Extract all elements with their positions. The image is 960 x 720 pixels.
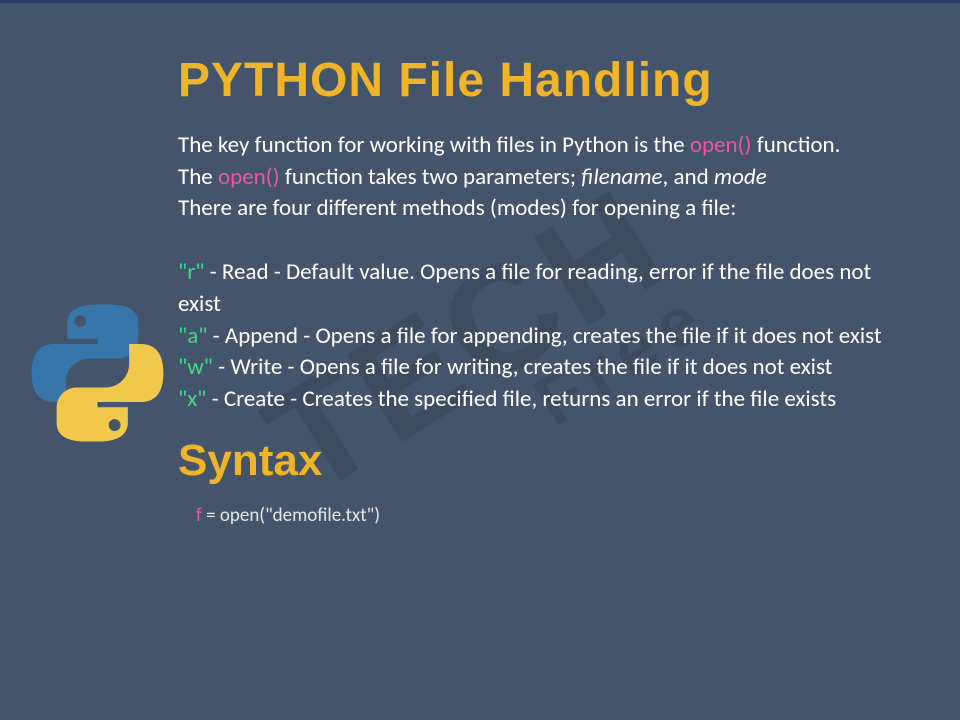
mode-item: "w" - Write - Opens a file for writing, … (178, 352, 895, 384)
mode-item: "x" - Create - Creates the specified fil… (178, 384, 895, 416)
intro-seg4: function takes two parameters; (280, 163, 582, 191)
intro-seg3: The (178, 163, 218, 191)
syntax-heading: Syntax (178, 436, 895, 486)
open-keyword-2: open() (218, 163, 280, 191)
python-logo-icon (25, 273, 170, 473)
mode-item: "a" - Append - Opens a file for appendin… (178, 321, 895, 353)
intro-text: The key function for working with files … (178, 130, 895, 416)
open-keyword-1: open() (690, 131, 757, 159)
mode-desc: - Append - Opens a file for appending, c… (207, 322, 881, 350)
mode-flag: "r" (178, 258, 204, 286)
slide-content: PYTHON File Handling The key function fo… (178, 53, 895, 527)
modes-list: "r" - Read - Default value. Opens a file… (178, 257, 895, 416)
param-mode: mode (714, 163, 767, 191)
intro-seg5: , and (663, 163, 714, 191)
mode-item: "r" - Read - Default value. Opens a file… (178, 257, 895, 320)
param-filename: filename (581, 163, 662, 191)
mode-flag: "a" (178, 322, 207, 350)
intro-line4: There are four different methods (modes)… (178, 194, 736, 222)
mode-flag: "w" (178, 353, 213, 381)
mode-flag: "x" (178, 385, 206, 413)
page-title: PYTHON File Handling (178, 53, 895, 108)
intro-seg2: function. (757, 131, 841, 159)
mode-desc: - Create - Creates the specified file, r… (206, 385, 836, 413)
code-example: f = open("demofile.txt") (178, 504, 895, 527)
intro-seg1: The key function for working with files … (178, 131, 690, 159)
mode-desc: - Read - Default value. Opens a file for… (178, 258, 871, 318)
mode-desc: - Write - Opens a file for writing, crea… (213, 353, 833, 381)
code-rest: = open("demofile.txt") (202, 504, 380, 527)
